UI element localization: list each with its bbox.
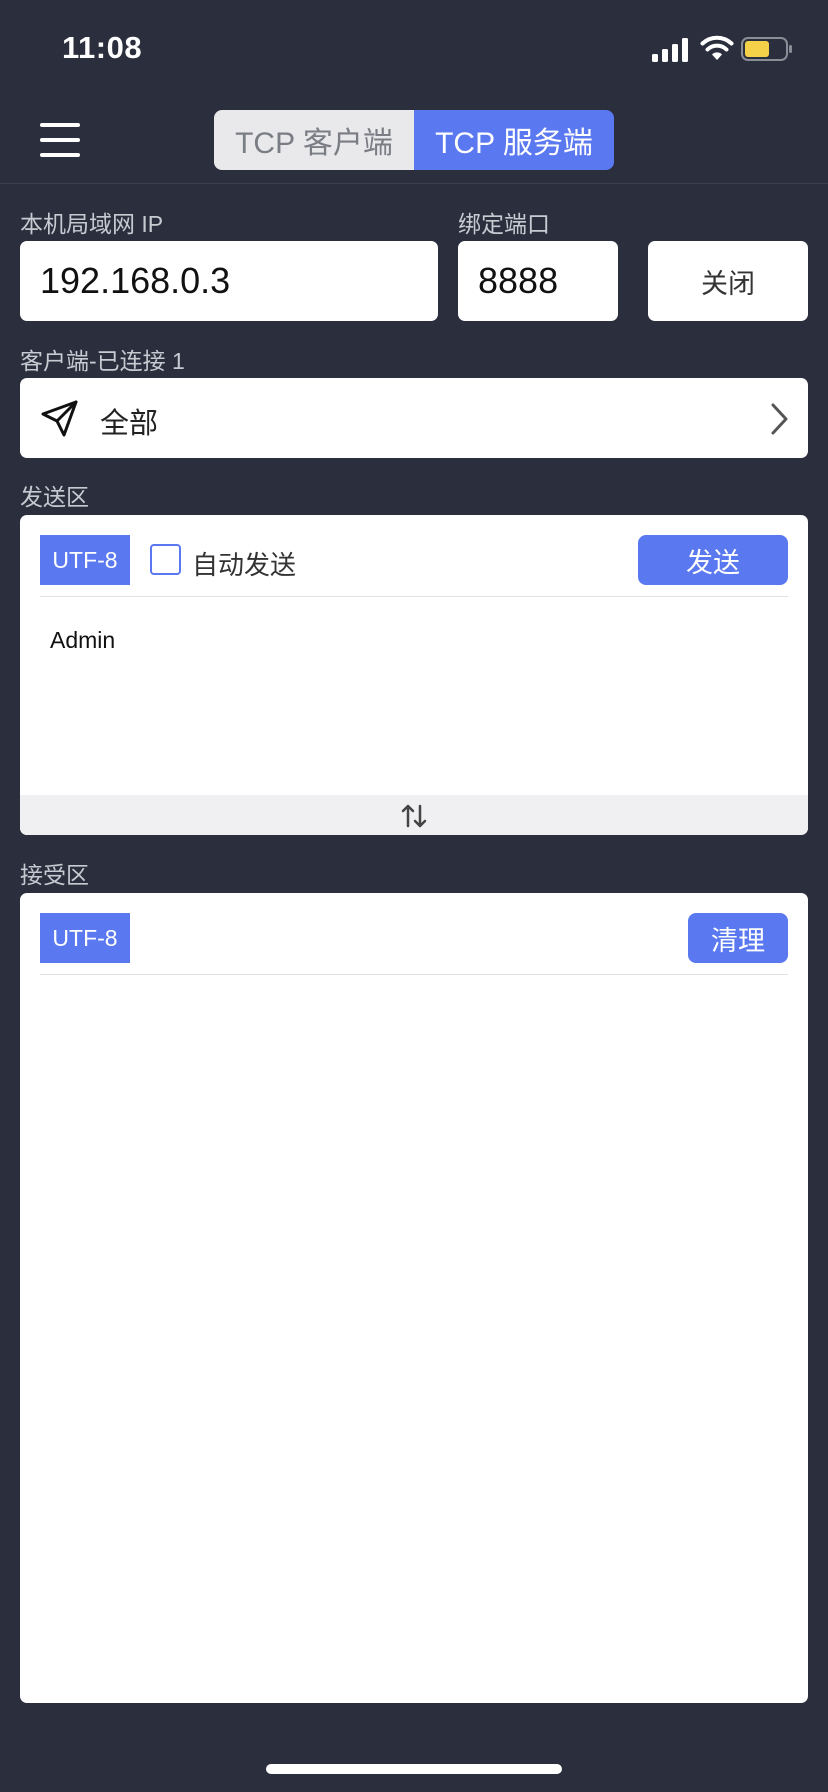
client-select[interactable]: 全部 xyxy=(20,378,808,458)
receive-encoding-button[interactable]: UTF-8 xyxy=(40,913,130,963)
receive-panel-divider xyxy=(40,974,788,975)
send-encoding-button[interactable]: UTF-8 xyxy=(40,535,130,585)
swap-vertical-icon xyxy=(401,804,427,828)
hamburger-menu-icon[interactable] xyxy=(36,120,84,160)
tab-tcp-server[interactable]: TCP 服务端 xyxy=(414,110,614,170)
port-label: 绑定端口 xyxy=(458,211,550,237)
clear-button[interactable]: 清理 xyxy=(688,913,788,963)
auto-send-checkbox[interactable] xyxy=(150,544,181,575)
ip-label: 本机局域网 IP xyxy=(20,211,164,237)
home-indicator[interactable] xyxy=(266,1764,562,1774)
status-bar: 11:08 xyxy=(0,0,828,100)
signal-icon xyxy=(652,38,688,62)
resize-handle[interactable] xyxy=(20,795,808,835)
send-target-icon xyxy=(41,400,78,437)
receive-area-label: 接受区 xyxy=(20,862,89,888)
wifi-icon xyxy=(700,35,734,60)
port-field[interactable]: 8888 xyxy=(458,241,618,321)
send-panel: UTF-8 自动发送 发送 Admin xyxy=(20,515,808,835)
nav-bar: TCP 客户端 TCP 服务端 xyxy=(0,100,828,184)
send-message-input[interactable]: Admin xyxy=(50,627,115,654)
send-panel-divider xyxy=(40,596,788,597)
receive-panel: UTF-8 清理 xyxy=(20,893,808,1703)
send-area-label: 发送区 xyxy=(20,484,89,510)
battery-icon xyxy=(741,37,792,61)
close-server-button[interactable]: 关闭 xyxy=(648,241,808,321)
status-time: 11:08 xyxy=(62,30,143,65)
auto-send-label: 自动发送 xyxy=(192,551,297,581)
client-select-value: 全部 xyxy=(100,406,159,440)
clients-connected-label: 客户端-已连接 1 xyxy=(20,348,185,374)
send-button[interactable]: 发送 xyxy=(638,535,788,585)
app-screen: 11:08 TCP 客户端 TCP 服务端 本机局域网 IP 绑定端口 192.… xyxy=(0,0,828,1792)
tab-tcp-client[interactable]: TCP 客户端 xyxy=(214,110,414,170)
ip-field[interactable]: 192.168.0.3 xyxy=(20,241,438,321)
chevron-right-icon xyxy=(771,403,788,435)
mode-segmented-control: TCP 客户端 TCP 服务端 xyxy=(214,110,614,170)
